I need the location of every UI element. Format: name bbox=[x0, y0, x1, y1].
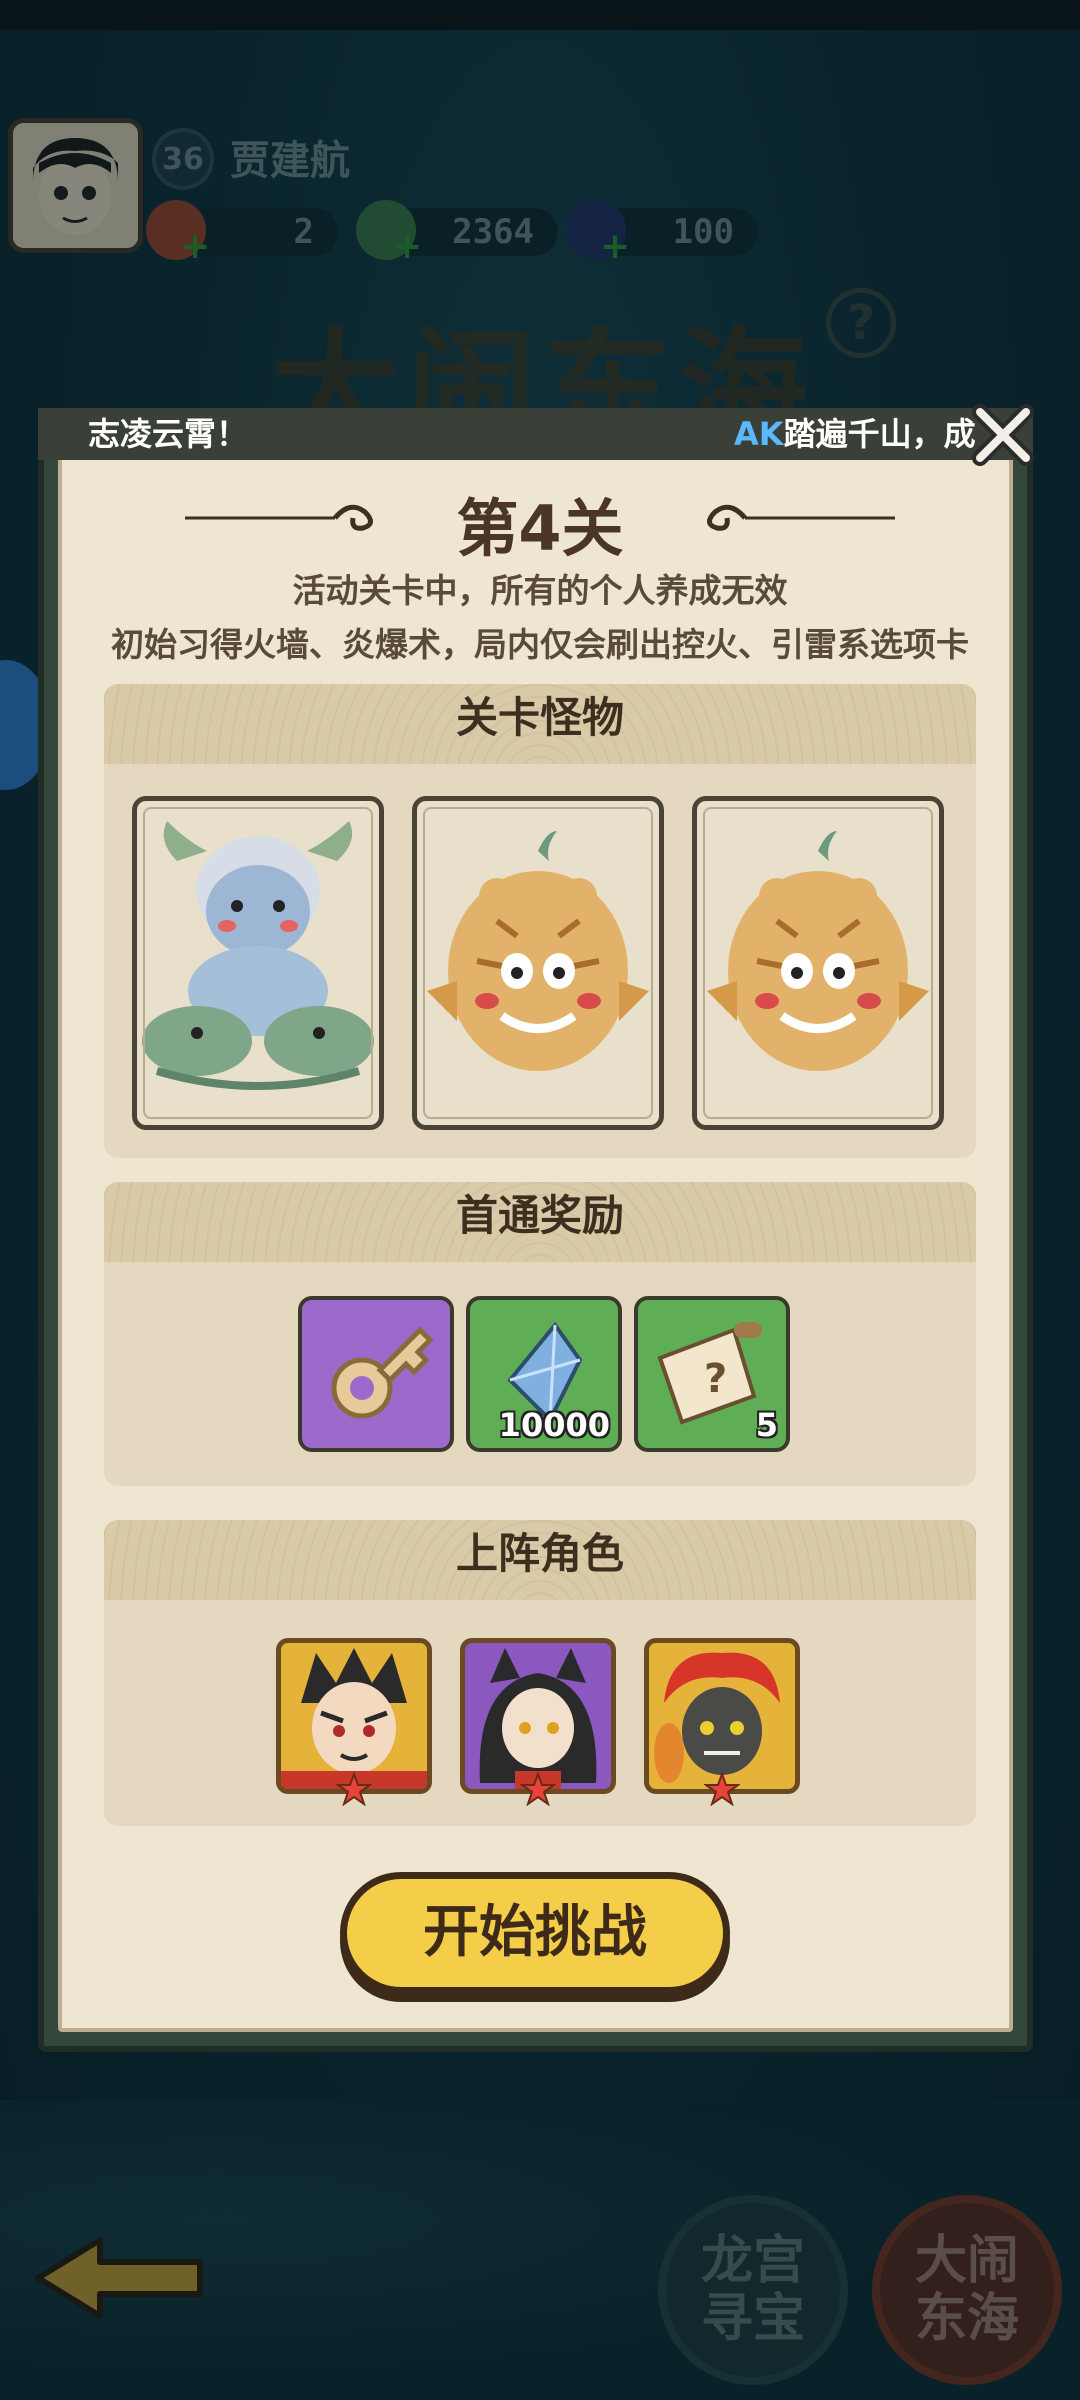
close-icon[interactable] bbox=[966, 398, 1040, 472]
reward-qty-2: 10000 bbox=[498, 1406, 610, 1444]
reward-item-2[interactable]: 10000 bbox=[466, 1296, 622, 1452]
rewards-section-title: 首通奖励 bbox=[104, 1182, 976, 1262]
stage-description-1: 活动关卡中，所有的个人养成无效 bbox=[292, 571, 788, 610]
monster-card-3[interactable] bbox=[692, 796, 944, 1130]
monster-card-2[interactable] bbox=[412, 796, 664, 1130]
nezha-hero-icon bbox=[281, 1648, 427, 1789]
marquee-highlight: AK bbox=[734, 415, 784, 453]
hero-slot-3[interactable] bbox=[644, 1638, 800, 1794]
reward-item-1[interactable] bbox=[298, 1296, 454, 1452]
heroes-section-title: 上阵角色 bbox=[104, 1520, 976, 1600]
marquee-right: AK踏遍千山，成 bbox=[734, 408, 976, 460]
start-challenge-button[interactable]: 开始挑战 bbox=[340, 1872, 730, 1994]
hero-star-icon bbox=[704, 1772, 740, 1806]
stage-title: 第4关 bbox=[456, 492, 624, 565]
red-demon-hero-icon bbox=[654, 1652, 780, 1783]
hero-star-icon bbox=[520, 1772, 556, 1806]
key-icon bbox=[331, 1326, 434, 1419]
reward-qty-3: 5 bbox=[755, 1406, 778, 1444]
broadcast-marquee: 志凌云霄！ AK踏遍千山，成 bbox=[38, 408, 1033, 460]
stage-description-2: 初始习得火墙、炎爆术，局内仅会刷出控火、引雷系选项卡 bbox=[111, 625, 969, 664]
hero-slot-2[interactable] bbox=[460, 1638, 616, 1794]
hero-star-icon bbox=[336, 1772, 372, 1806]
reward-item-3[interactable]: ? 5 bbox=[634, 1296, 790, 1452]
title-ornament-right-icon bbox=[707, 504, 895, 531]
marquee-left-text: 志凌云霄！ bbox=[88, 415, 249, 453]
monsters-section-title: 关卡怪物 bbox=[104, 684, 976, 764]
monster-card-1[interactable] bbox=[132, 796, 384, 1130]
fox-girl-hero-icon bbox=[479, 1648, 597, 1789]
hero-slot-1[interactable] bbox=[276, 1638, 432, 1794]
svg-text:?: ? bbox=[704, 1356, 727, 1402]
marquee-right-text: 踏遍千山，成 bbox=[783, 415, 976, 453]
